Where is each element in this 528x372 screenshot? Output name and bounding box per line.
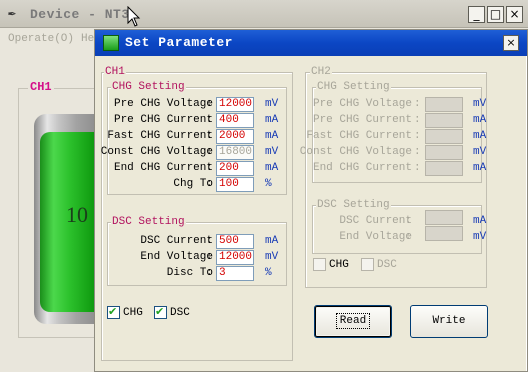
ch1-end-voltage-label: End Voltage — [140, 251, 213, 263]
ch2-dsc-group-label: DSC Setting — [316, 199, 391, 211]
ch2-const-chg-voltage-label: Const CHG Voltage — [299, 146, 412, 158]
ch2-chg-checkbox-label: CHG — [329, 259, 349, 271]
ch2-chg-checkbox — [313, 258, 326, 271]
ch2-end-voltage-unit: mV — [473, 231, 487, 243]
colon: : — [405, 215, 412, 227]
mouse-cursor-icon — [127, 6, 141, 27]
ch1-chg-group-label: CHG Setting — [111, 81, 186, 93]
main-window-titlebar[interactable]: ✒ Device - NT3 _ □ × — [0, 0, 528, 28]
battery-app-icon — [103, 35, 119, 51]
read-button[interactable]: Read — [314, 305, 392, 338]
ch1-end-chg-current-input[interactable]: 200 — [216, 161, 254, 176]
ch2-chg-group-label: CHG Setting — [316, 81, 391, 93]
ch2-dsc-current-input — [425, 210, 463, 225]
close-button[interactable]: × — [506, 6, 523, 23]
app-icon: ✒ — [8, 6, 16, 21]
ch1-const-chg-voltage-input: 16800 — [216, 145, 254, 160]
ch2-fast-chg-current-input — [425, 129, 463, 144]
menu-help[interactable]: He — [81, 33, 94, 45]
maximize-button[interactable]: □ — [487, 6, 504, 23]
ch1-dsc-group-label: DSC Setting — [111, 216, 186, 228]
ch2-pre-chg-voltage-unit: mV — [473, 98, 487, 110]
ch1-pre-chg-voltage-unit: mV — [265, 98, 279, 110]
ch1-end-voltage-input[interactable]: 12000 — [216, 250, 254, 265]
ch1-pre-chg-voltage-label: Pre CHG Voltage — [113, 98, 213, 110]
colon: : — [206, 114, 213, 126]
colon: : — [206, 146, 213, 158]
colon: : — [405, 231, 412, 243]
main-window-title: Device - NT3 — [30, 7, 130, 22]
ch1-fast-chg-current-unit: mA — [265, 130, 279, 142]
ch1-dsc-current-unit: mA — [265, 235, 279, 247]
ch1-pre-chg-current-input[interactable]: 400 — [216, 113, 254, 128]
colon: : — [206, 98, 213, 110]
ch1-end-chg-current-label: End CHG Current — [113, 162, 213, 174]
ch2-fast-chg-current-unit: mA — [473, 130, 487, 142]
ch2-dsc-current-unit: mA — [473, 215, 487, 227]
ch1-chg-checkbox[interactable] — [107, 305, 120, 319]
write-button[interactable]: Write — [410, 305, 488, 338]
ch2-end-chg-current-label: End CHG Current — [312, 162, 412, 174]
minimize-button[interactable]: _ — [468, 6, 485, 23]
ch1-dsc-current-label: DSC Current — [140, 235, 213, 247]
dialog-close-button[interactable]: × — [503, 35, 519, 51]
ch2-group-label: CH2 — [310, 66, 332, 78]
ch2-pre-chg-current-input — [425, 113, 463, 128]
colon: : — [414, 98, 421, 110]
ch1-disc-to-unit: % — [265, 267, 272, 279]
ch2-end-voltage-input — [425, 226, 463, 241]
ch2-pre-chg-voltage-input — [425, 97, 463, 112]
ch1-pre-chg-current-unit: mA — [265, 114, 279, 126]
battery-percent: 10 — [66, 202, 88, 227]
ch2-dsc-current-label: DSC Current — [339, 215, 412, 227]
ch1-dsc-checkbox-label: DSC — [170, 307, 190, 319]
menu-operate[interactable]: Operate(O) — [8, 33, 74, 45]
ch1-chg-to-input[interactable]: 100 — [216, 177, 254, 192]
ch2-dsc-checkbox — [361, 258, 374, 271]
ch2-end-chg-current-unit: mA — [473, 162, 487, 174]
ch2-fast-chg-current-label: Fast CHG Current — [306, 130, 412, 142]
read-button-label: Read — [335, 313, 371, 329]
ch1-fast-chg-current-input[interactable]: 2000 — [216, 129, 254, 144]
ch1-group-label: CH1 — [104, 66, 126, 78]
colon: : — [206, 130, 213, 142]
ch2-const-chg-voltage-input — [425, 145, 463, 160]
ch1-fast-chg-current-label: Fast CHG Current — [107, 130, 213, 142]
ch2-const-chg-voltage-unit: mV — [473, 146, 487, 158]
ch1-end-chg-current-unit: mA — [265, 162, 279, 174]
ch2-end-voltage-label: End Voltage — [339, 231, 412, 243]
ch1-end-voltage-unit: mV — [265, 251, 279, 263]
ch1-chg-checkbox-label: CHG — [123, 307, 143, 319]
ch2-pre-chg-voltage-label: Pre CHG Voltage — [312, 98, 412, 110]
dialog-title: Set Parameter — [125, 35, 233, 50]
ch1-const-chg-voltage-unit: mV — [265, 146, 279, 158]
ch2-dsc-checkbox-label: DSC — [377, 259, 397, 271]
set-parameter-dialog: Set Parameter × CH1 CHG Setting Pre CHG … — [94, 29, 528, 372]
ch1-dsc-current-input[interactable]: 500 — [216, 234, 254, 249]
colon: : — [206, 235, 213, 247]
colon: : — [414, 162, 421, 174]
ch1-const-chg-voltage-label: Const CHG Voltage — [100, 146, 213, 158]
colon: : — [206, 267, 213, 279]
ch1-pre-chg-voltage-input[interactable]: 12000 — [216, 97, 254, 112]
colon: : — [206, 162, 213, 174]
ch2-pre-chg-current-unit: mA — [473, 114, 487, 126]
ch1-disc-to-input[interactable]: 3 — [216, 266, 254, 281]
colon: : — [206, 178, 213, 190]
battery-indicator: 10 — [24, 102, 94, 328]
colon: : — [414, 114, 421, 126]
colon: : — [414, 146, 421, 158]
ch1-panel-label: CH1 — [28, 80, 54, 94]
colon: : — [206, 251, 213, 263]
dialog-titlebar[interactable]: Set Parameter × — [95, 30, 527, 56]
colon: : — [414, 130, 421, 142]
ch2-end-chg-current-input — [425, 161, 463, 176]
ch1-dsc-checkbox[interactable] — [154, 305, 167, 319]
ch1-chg-to-unit: % — [265, 178, 272, 190]
ch2-pre-chg-current-label: Pre CHG Current — [312, 114, 412, 126]
ch1-pre-chg-current-label: Pre CHG Current — [113, 114, 213, 126]
